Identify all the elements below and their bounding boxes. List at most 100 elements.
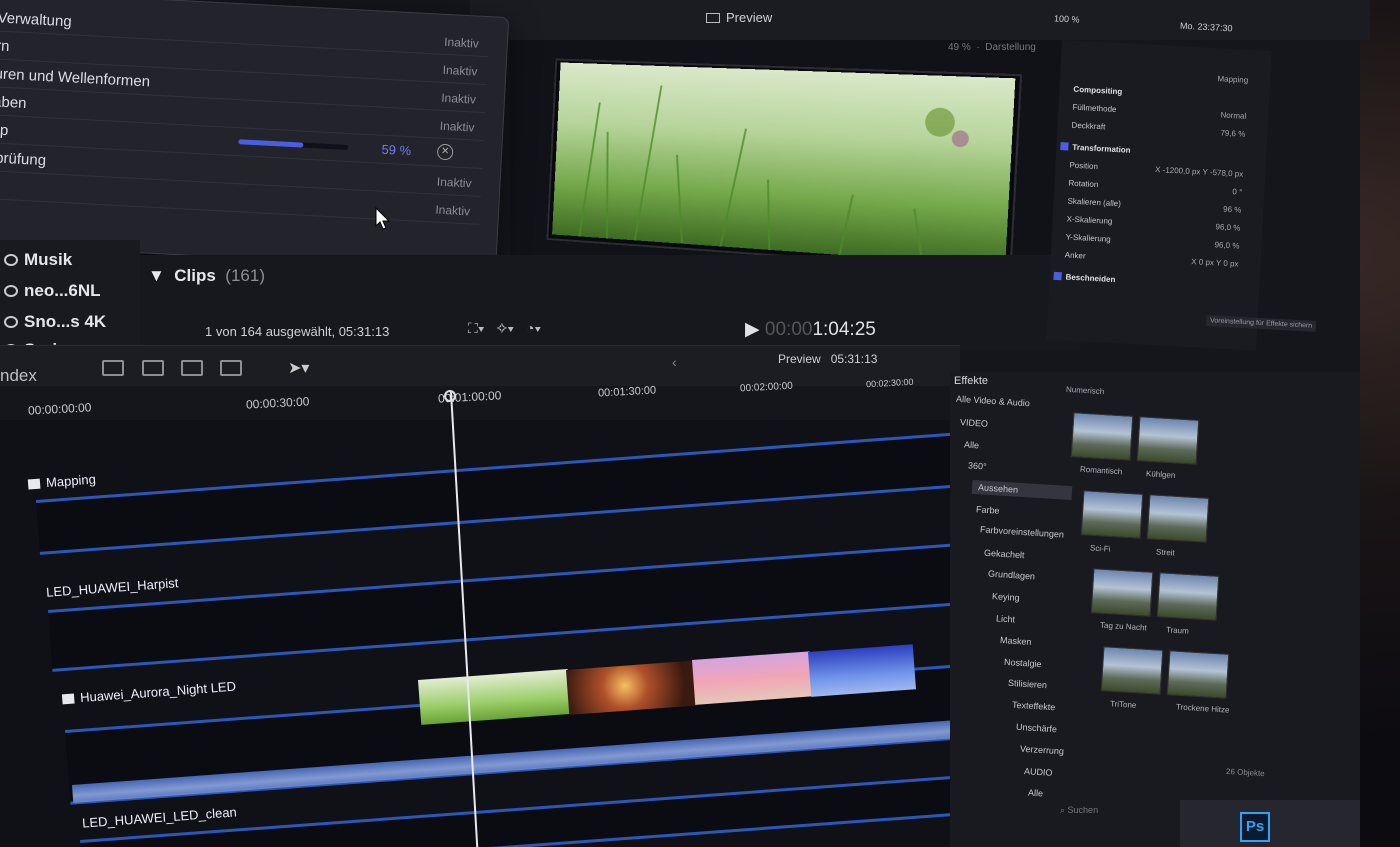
- task-progress-bar: [238, 139, 349, 150]
- effect-preset-label: Traum: [1165, 625, 1190, 636]
- effects-category-item[interactable]: Licht: [996, 613, 1016, 624]
- window-title: Preview: [706, 10, 772, 25]
- clip-thumbnail[interactable]: [692, 651, 813, 705]
- task-status: Inaktiv: [439, 118, 475, 135]
- effect-preset-thumbnail[interactable]: [1100, 646, 1164, 695]
- effects-category-item[interactable]: Keying: [992, 591, 1020, 603]
- effect-preset-thumbnail[interactable]: [1080, 490, 1144, 539]
- clip-thumbnail[interactable]: [808, 644, 917, 697]
- effect-preset-thumbnail[interactable]: [1146, 494, 1210, 543]
- effect-preset-thumbnail[interactable]: [1166, 650, 1230, 699]
- transform-title: Transformation: [1072, 142, 1131, 155]
- retime-tool-icon[interactable]: ◔▾: [526, 320, 541, 336]
- crop-title: Beschneiden: [1065, 272, 1116, 285]
- clip-icon: [61, 693, 75, 705]
- effects-category-item[interactable]: Farbe: [976, 504, 1000, 515]
- effects-category-item[interactable]: Nostalgie: [1004, 656, 1042, 668]
- dock: [1180, 800, 1360, 847]
- keyword-icon: [4, 254, 18, 266]
- menubar-status: 100 %: [1053, 13, 1080, 25]
- overwrite-clip-icon[interactable]: [220, 360, 242, 376]
- search-icon: ⌕: [1060, 805, 1068, 815]
- effects-category-item[interactable]: Gekachelt: [984, 547, 1025, 559]
- effects-category-item[interactable]: Alle: [1028, 788, 1044, 799]
- opacity-label: Deckkraft: [1071, 120, 1106, 132]
- rotation-value[interactable]: 0 °: [1232, 187, 1242, 197]
- transform-tool-icon[interactable]: ⛶▾: [468, 320, 485, 336]
- task-label: up: [0, 121, 9, 140]
- library-item[interactable]: neo...6NL: [4, 281, 101, 301]
- effect-preset-thumbnail[interactable]: [1136, 416, 1200, 465]
- task-label: aben: [0, 93, 27, 113]
- clips-header[interactable]: ▼ Clips (161): [148, 266, 265, 286]
- task-label: Verwaltung: [0, 9, 73, 31]
- opacity-value[interactable]: 79,6 %: [1220, 128, 1245, 138]
- viewer-view-menu[interactable]: Darstellung: [985, 42, 1036, 53]
- effect-preset-label: Sci-Fi: [1089, 543, 1111, 554]
- checkbox-icon[interactable]: [1053, 271, 1062, 281]
- insert-clip-icon[interactable]: [142, 360, 164, 376]
- effect-preset-thumbnail[interactable]: [1070, 412, 1134, 461]
- disclosure-triangle-icon[interactable]: ▼: [148, 266, 165, 285]
- append-clip-icon[interactable]: [181, 360, 203, 376]
- library-item[interactable]: Sno...s 4K: [4, 312, 106, 332]
- effects-category-item[interactable]: 360°: [968, 461, 987, 472]
- effects-category-item[interactable]: AUDIO: [1024, 766, 1053, 778]
- rotation-label: Rotation: [1068, 178, 1099, 190]
- effect-preset-thumbnail[interactable]: [1090, 568, 1154, 617]
- timeline-duration: 05:31:13: [830, 352, 878, 366]
- scale-y-label: Y-Skalierung: [1065, 232, 1111, 244]
- inspector-tab[interactable]: Mapping: [1217, 74, 1248, 85]
- index-button[interactable]: ndex: [0, 366, 37, 386]
- blend-mode-value[interactable]: Normal: [1220, 110, 1246, 120]
- scale-y-value[interactable]: 96,0 %: [1214, 240, 1239, 250]
- task-percent: 59 %: [381, 141, 412, 159]
- task-status: Inaktiv: [440, 90, 477, 107]
- scale-all-value[interactable]: 96 %: [1223, 205, 1242, 215]
- checkbox-icon[interactable]: [1060, 142, 1069, 151]
- effects-category-item[interactable]: VIDEO: [960, 417, 989, 429]
- select-tool-icon[interactable]: ➤▾: [288, 358, 309, 378]
- play-icon[interactable]: ▶: [745, 319, 760, 340]
- enhance-tool-icon[interactable]: ✧▾: [496, 320, 514, 336]
- effect-preset-thumbnail[interactable]: [1156, 572, 1220, 621]
- clip-icon: [27, 478, 41, 490]
- effect-preset-label: Kühlgen: [1145, 469, 1176, 480]
- ruler-label: 00:01:30:00: [597, 384, 657, 400]
- back-icon[interactable]: ‹: [672, 354, 677, 370]
- task-status: Inaktiv: [442, 62, 478, 79]
- clips-count: (161): [225, 266, 265, 285]
- timeline-title: Preview 05:31:13: [778, 352, 877, 366]
- scale-x-value[interactable]: 96,0 %: [1215, 222, 1240, 232]
- task-status: Inaktiv: [435, 202, 471, 219]
- ruler-label: 00:02:00:00: [739, 380, 794, 395]
- connect-clip-icon[interactable]: [102, 360, 124, 376]
- scale-all-label: Skalieren (alle): [1067, 196, 1122, 209]
- ruler-label: 00:02:30:00: [865, 376, 914, 390]
- library-item-label: Musik: [24, 250, 73, 269]
- clip-thumbnail[interactable]: [566, 660, 697, 715]
- blend-mode-label: Füllmethode: [1072, 102, 1117, 114]
- anchor-value[interactable]: X 0 px Y 0 px: [1191, 257, 1239, 268]
- ruler-label: 00:00:00:00: [27, 400, 92, 418]
- clips-title: Clips: [174, 266, 216, 285]
- library-item[interactable]: Musik: [4, 250, 72, 270]
- effects-search-input[interactable]: Suchen: [1068, 805, 1099, 815]
- task-progress-fill: [238, 139, 304, 148]
- playhead-handle[interactable]: [444, 390, 456, 402]
- effects-category-item[interactable]: Masken: [1000, 635, 1032, 647]
- task-status: Inaktiv: [436, 174, 472, 191]
- effects-category-item[interactable]: Alle: [964, 439, 980, 450]
- timecode-display: ▶ 00:001:04:25: [745, 318, 876, 341]
- task-label: uren und Wellenformen: [0, 65, 151, 91]
- viewer-zoom[interactable]: 49 % · Darstellung: [948, 42, 1036, 53]
- compositing-label: Compositing: [1073, 84, 1123, 97]
- effects-search[interactable]: ⌕ Suchen: [1060, 805, 1098, 816]
- viewer-tools: ⛶▾ ✧▾ ◔▾: [468, 320, 541, 337]
- position-value[interactable]: X -1200,0 px Y -578,0 px: [1155, 165, 1244, 179]
- library-item-label: neo...6NL: [24, 281, 101, 300]
- mouse-pointer-icon: [375, 207, 391, 230]
- photoshop-app-icon[interactable]: Ps: [1240, 812, 1270, 842]
- cancel-task-icon[interactable]: ✕: [436, 143, 454, 161]
- crop-header: Beschneiden: [1049, 271, 1250, 298]
